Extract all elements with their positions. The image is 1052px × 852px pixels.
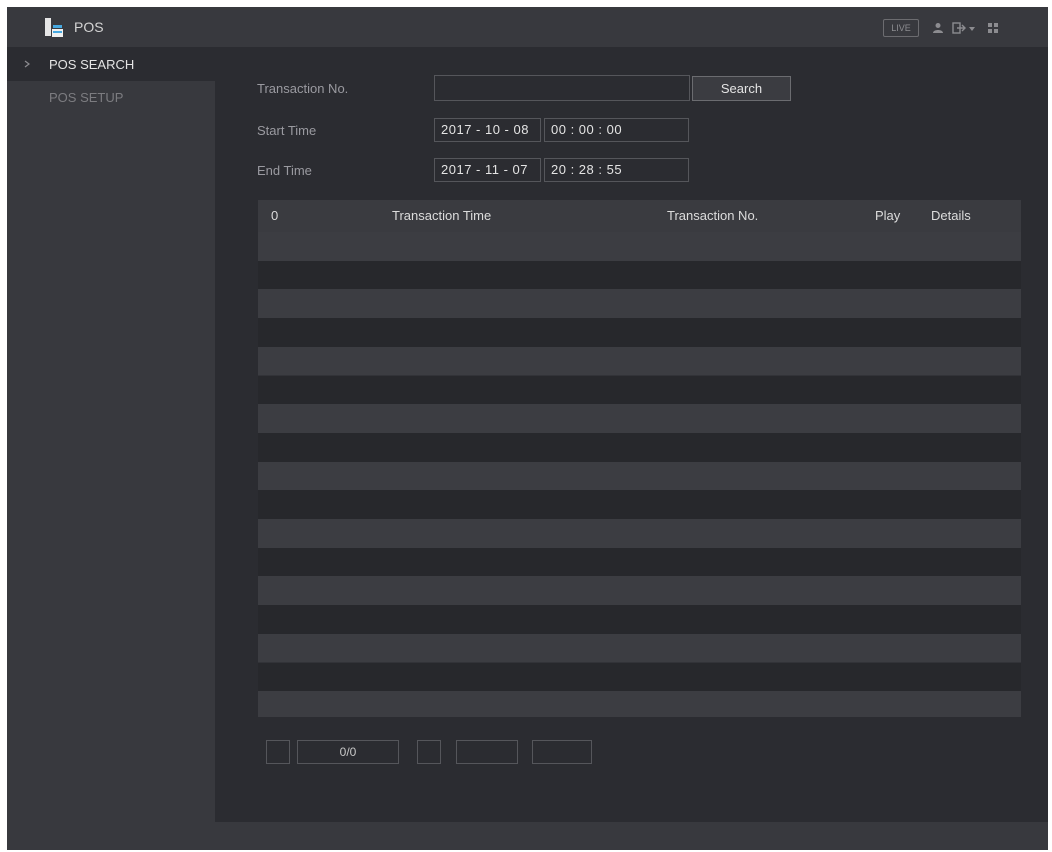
table-row [258, 691, 1021, 717]
column-header-play: Play [875, 208, 901, 223]
title-bar: POS LIVE [7, 7, 1048, 47]
start-time-label: Start Time [257, 123, 317, 138]
dropdown-arrow-icon[interactable] [969, 22, 975, 34]
go-page-button[interactable] [532, 740, 592, 764]
column-header-transaction-no: Transaction No. [667, 208, 759, 223]
previous-page-button[interactable] [266, 740, 290, 764]
table-row [258, 375, 1021, 405]
chevron-right-icon [24, 60, 30, 68]
table-row [258, 260, 1021, 290]
sidebar-item-pos-setup[interactable]: POS SETUP [7, 80, 215, 114]
footer-bar [215, 822, 1048, 850]
logout-icon[interactable] [952, 22, 966, 34]
live-button[interactable]: LIVE [883, 19, 919, 37]
page-indicator: 0/0 [297, 740, 399, 764]
column-header-count: 0 [271, 208, 279, 223]
table-row [258, 662, 1021, 692]
user-icon[interactable] [932, 22, 944, 34]
start-date-field[interactable]: 2017 - 10 - 08 [434, 118, 541, 142]
end-date-field[interactable]: 2017 - 11 - 07 [434, 158, 541, 182]
table-row [258, 432, 1021, 462]
table-row [258, 547, 1021, 577]
table-row [258, 490, 1021, 519]
sidebar-item-label: POS SEARCH [49, 57, 135, 72]
sidebar-item-label: POS SETUP [49, 90, 124, 105]
transaction-no-input[interactable] [434, 75, 690, 101]
pos-app-icon [45, 18, 63, 37]
pos-window: POS LIVE POS SEARCH POS SETUP Transactio… [7, 7, 1048, 850]
end-time-field[interactable]: 20 : 28 : 55 [544, 158, 689, 182]
search-button[interactable]: Search [692, 76, 791, 101]
column-header-details: Details [931, 208, 971, 223]
table-row [258, 404, 1021, 433]
sidebar-item-pos-search[interactable]: POS SEARCH [7, 47, 215, 81]
end-time-label: End Time [257, 163, 312, 178]
table-header: 0 Transaction Time Transaction No. Play … [258, 200, 1021, 232]
table-row [258, 576, 1021, 606]
grid-menu-icon[interactable] [987, 22, 999, 34]
table-row [258, 633, 1021, 663]
table-row [258, 605, 1021, 634]
table-row [258, 232, 1021, 261]
start-time-field[interactable]: 00 : 00 : 00 [544, 118, 689, 142]
transaction-no-label: Transaction No. [257, 81, 349, 96]
column-header-transaction-time: Transaction Time [392, 208, 492, 223]
table-row [258, 318, 1021, 347]
table-row [258, 346, 1021, 376]
table-row [258, 289, 1021, 319]
table-row [258, 519, 1021, 548]
next-page-button[interactable] [417, 740, 441, 764]
page-number-input[interactable] [456, 740, 518, 764]
transaction-table: 0 Transaction Time Transaction No. Play … [258, 200, 1021, 717]
app-title: POS [74, 19, 104, 35]
table-row [258, 461, 1021, 491]
sidebar: POS SEARCH POS SETUP [7, 47, 215, 850]
